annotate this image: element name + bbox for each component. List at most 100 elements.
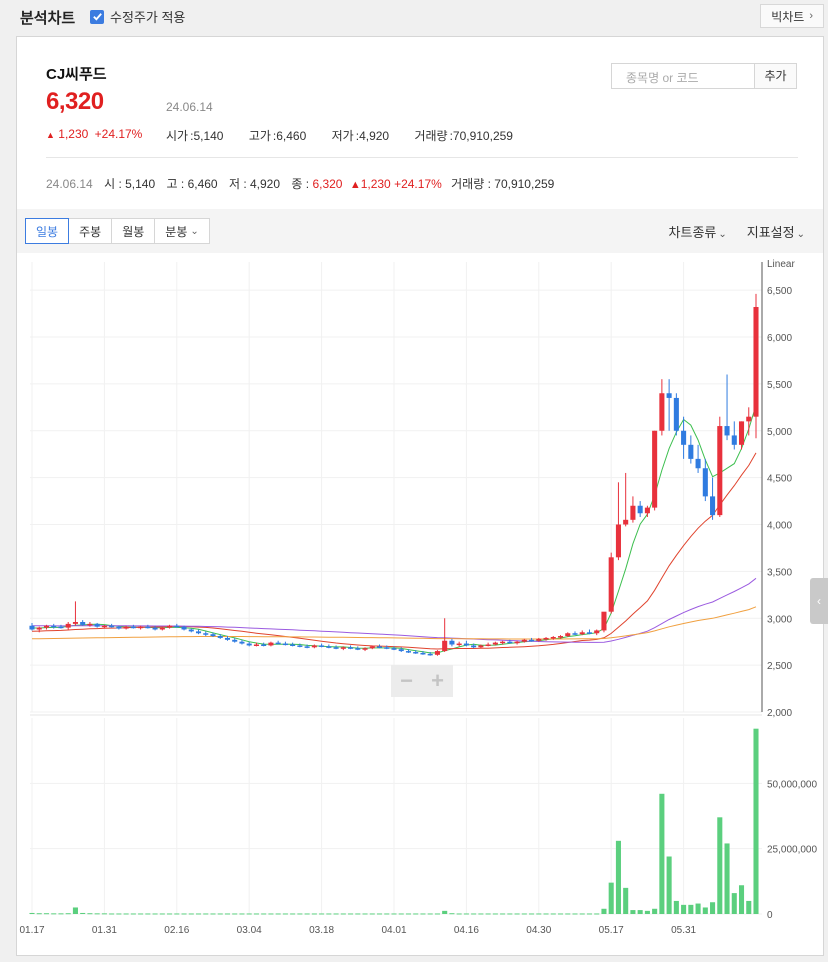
tab-monthly[interactable]: 월봉 <box>111 218 156 244</box>
candle-body <box>724 426 730 436</box>
candle-body <box>80 622 86 625</box>
candle-body <box>224 637 231 640</box>
volume-bar <box>232 913 238 915</box>
volume-bar <box>492 913 498 915</box>
date-tick-label: 01.31 <box>92 925 117 936</box>
page-title: 분석차트 <box>20 10 76 27</box>
bigchart-button[interactable]: 빅차트 › <box>760 4 824 28</box>
volume-bar <box>637 910 643 914</box>
candle-body <box>485 644 491 646</box>
volume-bar <box>319 913 325 915</box>
volume-bar <box>43 913 50 915</box>
chart-type-dropdown[interactable]: 차트종류 ⌄ <box>669 222 727 241</box>
candle-body <box>123 626 129 629</box>
candle-body <box>188 629 194 632</box>
volume-bar <box>195 913 202 915</box>
zoom-in-button[interactable]: + <box>422 665 453 697</box>
volume-bar <box>543 913 549 915</box>
candle-body <box>731 435 737 445</box>
tab-weekly[interactable]: 주봉 <box>68 218 113 244</box>
volume-bar <box>471 913 477 915</box>
add-stock-button[interactable]: 추가 <box>754 63 797 89</box>
volume-bar <box>261 913 267 915</box>
candle-body <box>167 625 173 628</box>
price-tick-label: 2,000 <box>767 708 792 719</box>
candle-body <box>275 642 281 645</box>
volume-bar <box>123 913 129 915</box>
volume-bar <box>514 913 520 915</box>
volume-bar <box>101 913 107 915</box>
candle-body <box>601 611 607 631</box>
volume-bar <box>326 913 332 915</box>
candle-body <box>109 625 115 628</box>
candle-body <box>449 640 455 645</box>
checkbox-checked-icon[interactable] <box>90 9 104 24</box>
price-change: ▲ 1,230 +24.17% <box>46 127 142 141</box>
adjusted-price-toggle[interactable]: 수정주가 적용 <box>90 7 185 26</box>
price-tick-label: 3,000 <box>767 614 792 625</box>
candle-body <box>688 444 694 459</box>
volume-bar <box>529 913 535 915</box>
candle-body <box>753 307 759 417</box>
volume-bar <box>297 913 303 915</box>
candle-body <box>297 645 303 647</box>
candle-body <box>282 643 288 646</box>
volume-bar <box>87 913 93 915</box>
volume-bar <box>369 913 375 915</box>
chart-type-label: 차트종류 <box>668 225 717 240</box>
open-label: 시가 <box>166 129 189 143</box>
candle-body <box>471 645 477 648</box>
volume-bar <box>449 913 455 915</box>
candle-body <box>514 641 520 644</box>
side-panel-toggle[interactable]: ‹ <box>810 578 828 624</box>
volume-bar <box>51 913 57 915</box>
volume-bar <box>275 913 281 915</box>
stock-search-input[interactable]: 종목명 or 코드 <box>611 63 755 89</box>
price-tick-label: 6,500 <box>767 286 792 297</box>
candle-body <box>710 496 716 516</box>
chevron-down-icon: ⌄ <box>718 229 727 240</box>
price-summary: 시가:5,140 고가:6,460 저가:4,920 거래량:70,910,25… <box>166 129 513 143</box>
zoom-out-button[interactable]: − <box>391 665 422 697</box>
candle-body <box>550 637 556 639</box>
candle-body <box>507 641 513 644</box>
chevron-down-icon: ⌄ <box>796 229 805 240</box>
chart-toolbar: 일봉 주봉 월봉 분봉 ⌄ 차트종류 ⌄ 지표설정 ⌄ <box>17 209 823 253</box>
candle-body <box>94 623 100 627</box>
volume-bar <box>652 908 658 914</box>
candle-body <box>36 627 42 630</box>
zoom-controls: − + <box>391 665 453 697</box>
volume-bar <box>217 913 223 915</box>
tab-minute[interactable]: 분봉 ⌄ <box>154 218 210 244</box>
candle-body <box>420 652 426 655</box>
chevron-left-icon: ‹ <box>817 594 821 608</box>
candle-body <box>348 647 354 649</box>
candle-body <box>492 642 498 645</box>
candle-body <box>376 646 383 648</box>
volume-bar <box>138 913 144 915</box>
candle-body <box>43 625 50 628</box>
ohlc-info-line: 24.06.14 시 : 5,140 고 : 6,460 저 : 4,920 종… <box>46 177 555 191</box>
volume-bar <box>550 913 556 915</box>
candle-body <box>152 627 158 630</box>
volume-bar <box>246 913 252 915</box>
volume-bar <box>746 900 752 914</box>
volume-bar <box>536 913 542 915</box>
price-tick-label: 4,000 <box>767 521 792 532</box>
ohlc-close: 6,320 <box>312 177 343 191</box>
volume-bar <box>666 856 672 914</box>
candle-body <box>159 627 165 630</box>
volume-bar <box>579 913 585 915</box>
candle-body <box>442 640 448 652</box>
tab-daily[interactable]: 일봉 <box>25 218 70 244</box>
indicator-settings-dropdown[interactable]: 지표설정 ⌄ <box>747 222 805 241</box>
candle-body <box>623 519 629 525</box>
volume-bar <box>710 902 716 914</box>
bigchart-label: 빅차트 <box>771 9 805 24</box>
ohlc-change-pct: +24.17% <box>394 177 442 191</box>
volume-bar <box>268 913 274 915</box>
volume-bar <box>65 913 71 915</box>
ohlc-volume-label: 거래량 <box>451 177 485 191</box>
candle-body <box>362 648 368 650</box>
candle-body <box>557 636 564 638</box>
